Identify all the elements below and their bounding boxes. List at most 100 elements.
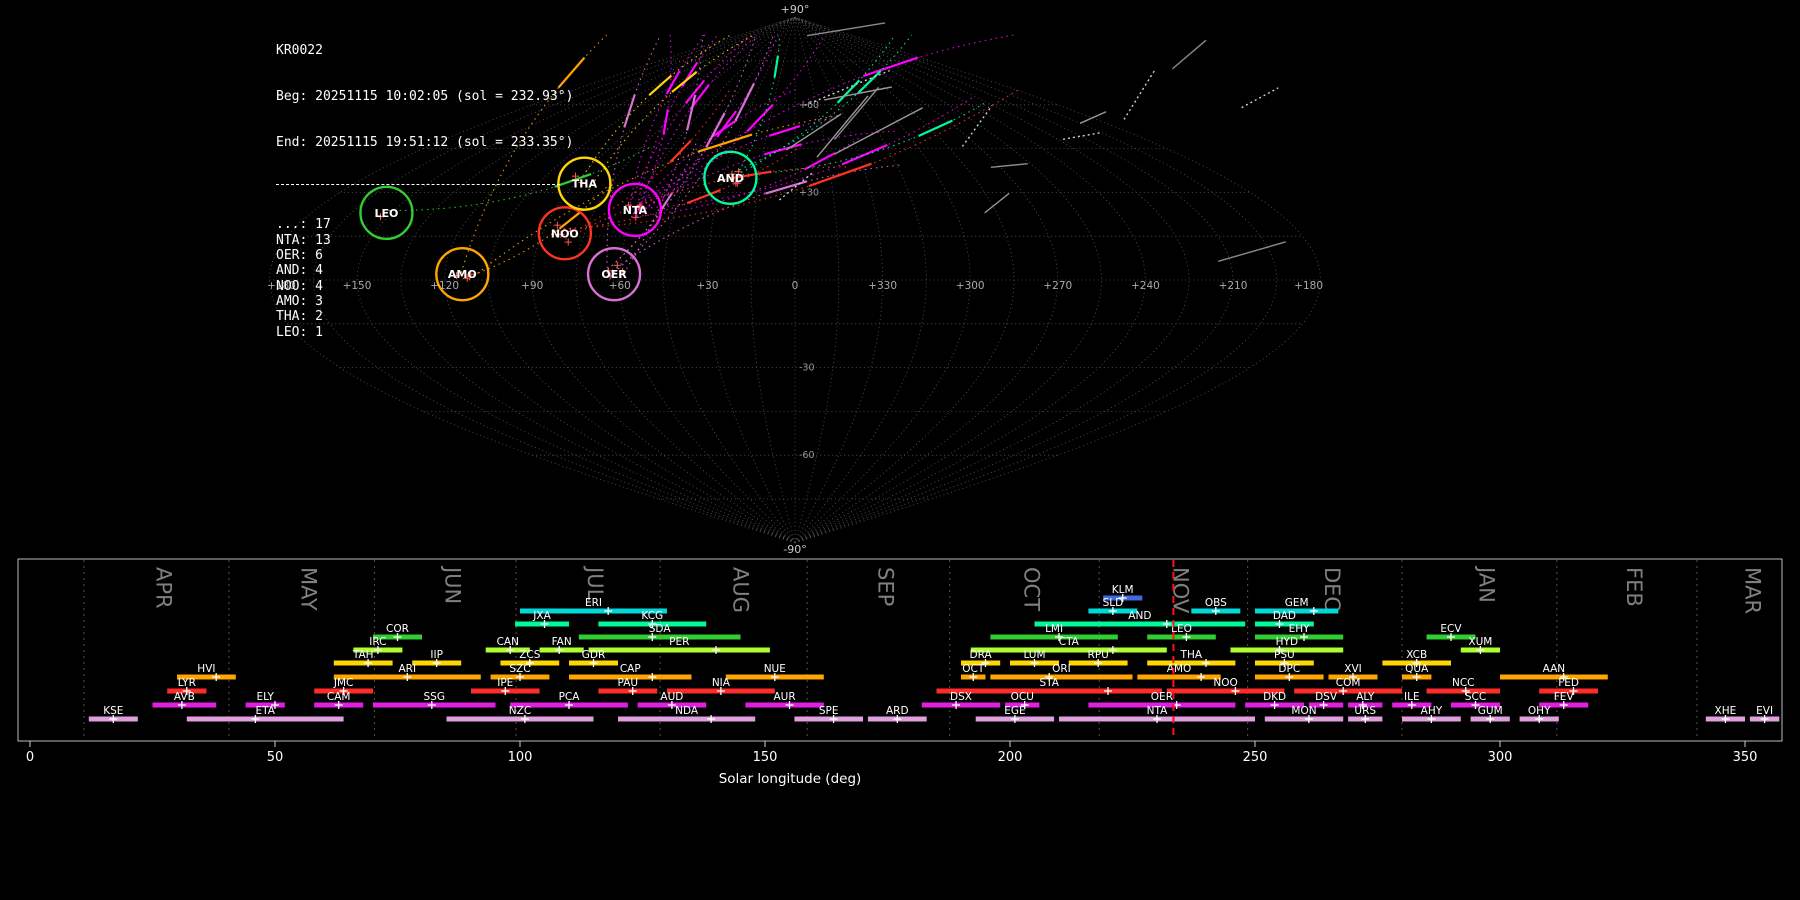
pole-label-north: +90°: [781, 3, 810, 16]
radiant-label-OER: OER: [601, 268, 627, 281]
shower-bar-label-FAN: FAN: [552, 636, 572, 648]
shower-bar-label-DSV: DSV: [1315, 691, 1338, 703]
x-axis-tick-label: 300: [1488, 750, 1513, 765]
shower-bar-EHY: [1255, 634, 1344, 640]
shower-bar-DSX: [921, 702, 1001, 708]
meteor-track-AND: [734, 34, 913, 173]
meteor-plot-canvas: +180 +150 +120 +90 +60 +30 0 +330 +300 +270 +240 +2…: [17, 3, 1783, 787]
ra-tick-label: +330: [868, 280, 897, 292]
graticule-meridian: [663, 16, 796, 544]
sporadic-meteor-streak: [961, 105, 993, 147]
shower-bar-label-OER: OER: [1151, 691, 1173, 703]
shower-bar-AAN: [1500, 674, 1608, 680]
shower-bar-label-CAN: CAN: [497, 636, 519, 648]
meteor-streak-AMO: [697, 133, 753, 153]
meteor-streak-NTA: [841, 144, 888, 166]
x-axis-tick-label: 0: [26, 750, 34, 765]
meteor-streak-NTA: [746, 104, 774, 133]
x-axis-tick-label: 50: [267, 750, 284, 765]
sporadic-meteor-streak: [1218, 241, 1287, 263]
graticule-meridian: [794, 16, 927, 544]
shower-bar-label-ERI: ERI: [585, 597, 602, 609]
shower-count-row: NOO: 4: [276, 278, 323, 294]
shower-bar-AND: [1034, 621, 1246, 627]
radiant-label-NTA: NTA: [623, 204, 648, 217]
month-label-DEC: DEC: [1320, 567, 1344, 611]
shower-bar-AUR: [745, 702, 824, 708]
shower-bar-SDA: [578, 634, 741, 640]
month-label-MAR: MAR: [1740, 567, 1764, 614]
shower-bar-label-DSX: DSX: [950, 691, 972, 703]
shower-bar-label-CTA: CTA: [1059, 636, 1080, 648]
shower-bar-label-LMI: LMI: [1045, 623, 1063, 635]
meteor-streak-AND: [918, 119, 953, 138]
shower-bar-GEM: [1255, 608, 1339, 614]
shower-bar-label-AAN: AAN: [1543, 663, 1566, 675]
dec-tick-label: +60: [799, 100, 819, 111]
month-label-JUN: JUN: [440, 565, 464, 604]
meteor-streak-OER: [734, 83, 755, 121]
sporadic-meteor-streak: [1062, 131, 1103, 140]
shower-bar-label-COM: COM: [1336, 677, 1361, 689]
shower-bar-label-THA: THA: [1180, 649, 1203, 661]
shower-count-row: LEO: 1: [276, 324, 323, 340]
meteor-track-AND: [732, 34, 781, 181]
sporadic-meteor-streak: [1079, 111, 1107, 124]
sporadic-meteor-streak: [806, 22, 886, 37]
shower-bar-label-EHY: EHY: [1289, 623, 1311, 635]
shower-bar-NDA: [618, 716, 756, 722]
plot-stage: +180 +150 +120 +90 +60 +30 0 +330 +300 +270 +240 +2…: [0, 0, 1800, 900]
month-label-MAY: MAY: [297, 567, 321, 611]
month-label-JAN: JAN: [1474, 565, 1498, 603]
shower-count-row: THA: 2: [276, 309, 323, 325]
meteor-track-THA: [579, 34, 731, 182]
shower-bar-LEO: [1147, 634, 1216, 640]
shower-bar-MON: [1264, 716, 1344, 722]
ra-tick-label: +300: [956, 280, 985, 292]
shower-bar-label-MON: MON: [1291, 705, 1316, 717]
dec-tick-label: -30: [799, 363, 815, 374]
shower-count-row: AND: 4: [276, 263, 323, 279]
month-label-FEB: FEB: [1622, 567, 1646, 607]
shower-bar-label-ORI: ORI: [1052, 663, 1071, 675]
shower-bar-label-NZC: NZC: [509, 705, 531, 717]
shower-bar-label-AMO: AMO: [1167, 663, 1192, 675]
shower-bar-label-ALY: ALY: [1356, 691, 1375, 703]
ra-tick-label: +180: [1294, 280, 1323, 292]
ra-tick-label: +210: [1219, 280, 1248, 292]
sporadic-meteor-streak: [786, 113, 842, 151]
shower-count-row: AMO: 3: [276, 293, 323, 309]
shower-bar-label-HVI: HVI: [197, 663, 215, 675]
shower-count-row: ...: 17: [276, 217, 331, 233]
shower-bar-PER: [588, 647, 770, 653]
radiant-label-THA: THA: [572, 178, 598, 191]
shower-bar-PAU: [598, 688, 658, 694]
meteor-streak-NOO: [669, 139, 692, 163]
sporadic-meteor-streak: [984, 192, 1010, 214]
x-axis-tick-label: 250: [1243, 750, 1268, 765]
shower-bar-AMO: [1137, 674, 1221, 680]
x-axis-tick-label: 350: [1733, 750, 1758, 765]
x-axis-tick-label: 150: [753, 750, 778, 765]
sporadic-meteor-streak: [1171, 39, 1207, 70]
shower-bar-LMI: [990, 634, 1118, 640]
ra-tick-label: +270: [1043, 280, 1072, 292]
shower-bar-label-AUR: AUR: [774, 691, 796, 703]
month-label-NOV: NOV: [1168, 567, 1192, 614]
meteor-track-OER: [606, 34, 662, 274]
end-time-line: End: 20251115 19:51:12 (sol = 233.35°): [276, 134, 574, 150]
shower-bar-label-DRA: DRA: [970, 649, 993, 661]
shower-bar-label-PAU: PAU: [618, 677, 639, 689]
meteor-track-NTA: [635, 34, 718, 217]
shower-bar-ORI: [990, 674, 1133, 680]
shower-bar-label-STA: STA: [1039, 677, 1059, 689]
shower-bar-label-CAP: CAP: [620, 663, 641, 675]
meteor-streak-THA: [671, 70, 698, 93]
shower-bar-CTA: [970, 647, 1167, 653]
meteor-streak-AND: [773, 55, 780, 78]
shower-count-list: ...: 17 NTA: 13 OER: 6 AND: 4 NOO: 4 AMO: 3 TH…: [276, 217, 573, 340]
month-label-JUL: JUL: [583, 565, 607, 601]
shower-bar-label-NCC: NCC: [1452, 677, 1475, 689]
month-label-AUG: AUG: [729, 567, 753, 613]
ra-tick-label: +30: [696, 280, 718, 292]
